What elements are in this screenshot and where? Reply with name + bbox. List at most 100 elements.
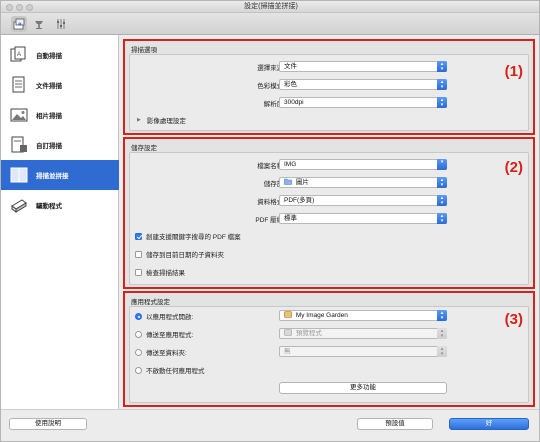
source-value: 文件 xyxy=(284,63,297,70)
ok-button[interactable]: 好 xyxy=(449,418,529,430)
send-to-folder-value: 無 xyxy=(284,348,291,355)
filename-combo[interactable]: IMG ▾ xyxy=(279,159,447,170)
help-button[interactable]: 使用說明 xyxy=(9,418,87,430)
select-arrows-icon: ▴ ▾ xyxy=(437,79,447,90)
defaults-button-label: 預設值 xyxy=(385,420,405,427)
sidebar-item-auto-scan[interactable]: A 自動掃描 xyxy=(1,40,119,70)
resolution-label: 解析度: xyxy=(263,101,285,108)
general-settings-tab[interactable] xyxy=(53,16,69,32)
scan-from-panel-icon xyxy=(35,21,43,29)
check-results-checkbox-row[interactable]: 檢查掃描結果 xyxy=(135,267,185,277)
filename-value: IMG xyxy=(284,161,297,168)
app-settings-section: 應用程式設定 (3) 以應用程式開啟: My Image Garden ▴ ▾ 傳… xyxy=(123,291,535,407)
more-functions-button[interactable]: 更多功能 xyxy=(279,382,447,394)
open-with-app-label: 以應用程式開啟: xyxy=(146,314,194,321)
save-in-label: 儲存於: xyxy=(263,181,285,188)
no-app-radio[interactable] xyxy=(135,366,142,374)
sidebar-item-document-scan[interactable]: 文件掃描 xyxy=(1,70,119,100)
date-subfolder-checkbox-row[interactable]: 儲存到目前日期的子資料夾 xyxy=(135,249,224,259)
format-select[interactable]: PDF(多頁) ▴ ▾ xyxy=(279,195,447,206)
auto-scan-icon: A xyxy=(10,46,26,62)
sidebar-item-custom-scan[interactable]: 自訂掃描 xyxy=(1,130,119,160)
open-with-app-radio-row[interactable]: 以應用程式開啟: xyxy=(135,311,193,321)
date-subfolder-checkbox[interactable] xyxy=(135,250,142,258)
minimize-window-button[interactable] xyxy=(16,4,23,11)
open-with-app-select[interactable]: My Image Garden ▴ ▾ xyxy=(279,310,447,321)
zoom-window-button[interactable] xyxy=(26,4,33,11)
save-settings-section: 儲存設定 (2) 檔案名稱: IMG ▾ 儲存於: 圖片 ▴ ▾ 資料格式: PD… xyxy=(123,137,535,289)
document-scan-icon xyxy=(12,76,25,93)
pdf-compression-select[interactable]: 標準 ▴ ▾ xyxy=(279,213,447,224)
sidebar-item-stitch-scan[interactable]: 掃描並拼接 xyxy=(1,160,119,190)
send-to-app-radio[interactable] xyxy=(135,330,142,338)
defaults-button[interactable]: 預設值 xyxy=(357,418,433,430)
filename-label: 檔案名稱: xyxy=(257,163,285,170)
stitch-scan-icon xyxy=(10,167,28,183)
app-icon xyxy=(284,311,292,318)
image-processing-disclosure[interactable]: ▶ 影像處理設定 xyxy=(137,115,186,125)
sidebar-item-photo-scan[interactable]: 相片掃描 xyxy=(1,100,119,130)
send-to-app-radio-row[interactable]: 傳送至應用程式: xyxy=(135,329,193,339)
select-arrows-icon: ▴ ▾ xyxy=(437,195,447,206)
sidebar-item-label: 相片掃描 xyxy=(36,113,62,120)
more-functions-label: 更多功能 xyxy=(350,384,376,391)
custom-scan-icon xyxy=(11,136,27,153)
send-to-app-value: 預覽程式 xyxy=(295,330,322,337)
send-to-folder-radio[interactable] xyxy=(135,348,142,356)
sidebar-item-label: 自動掃描 xyxy=(36,53,62,60)
help-button-label: 使用說明 xyxy=(35,420,61,427)
ok-button-label: 好 xyxy=(485,420,493,427)
callout-number: (1) xyxy=(504,63,523,80)
keyword-pdf-checkbox-row[interactable]: 創建支援關鍵字搜尋的 PDF 檔案 xyxy=(135,231,241,241)
section-title: 掃描選項 xyxy=(131,47,157,54)
sidebar-item-driver[interactable]: 驅動程式 xyxy=(1,190,119,220)
pdf-compression-label: PDF 壓縮: xyxy=(255,217,285,224)
no-app-radio-row[interactable]: 不啟動任何應用程式 xyxy=(135,365,205,375)
select-arrows-icon: ▴ ▾ xyxy=(437,213,447,224)
keyword-pdf-label: 創建支援關鍵字搜尋的 PDF 檔案 xyxy=(146,234,241,241)
check-results-label: 檢查掃描結果 xyxy=(146,270,185,277)
section-title: 應用程式設定 xyxy=(131,299,170,306)
resolution-select[interactable]: 300dpi ▴ ▾ xyxy=(279,97,447,108)
color-mode-label: 色彩模式: xyxy=(257,83,285,90)
check-results-checkbox[interactable] xyxy=(135,268,142,276)
chevron-down-icon: ▾ xyxy=(437,159,447,170)
sidebar-item-label: 驅動程式 xyxy=(36,203,62,210)
color-mode-value: 彩色 xyxy=(284,81,297,88)
select-arrows-icon: ▴ ▾ xyxy=(437,61,447,72)
open-with-app-value: My Image Garden xyxy=(295,312,348,319)
send-to-folder-select[interactable]: 無 ▴ ▾ xyxy=(279,346,447,357)
footer: 使用說明 預設值 好 xyxy=(1,409,539,441)
save-in-select[interactable]: 圖片 ▴ ▾ xyxy=(279,177,447,188)
select-arrows-icon: ▴ ▾ xyxy=(437,310,447,321)
general-settings-icon xyxy=(57,19,65,29)
sidebar: A 自動掃描 文件掃描 相片掃描 自訂掃描 掃描並拼接 驅動程式 xyxy=(1,35,119,409)
open-with-app-radio[interactable] xyxy=(135,312,142,320)
image-processing-label: 影像處理設定 xyxy=(146,118,186,125)
disclosure-triangle-icon: ▶ xyxy=(137,117,141,123)
keyword-pdf-checkbox[interactable] xyxy=(135,232,142,240)
scan-from-computer-icon xyxy=(13,18,25,30)
sidebar-item-label: 文件掃描 xyxy=(36,83,62,90)
photo-scan-icon xyxy=(10,108,28,122)
close-window-button[interactable] xyxy=(6,4,13,11)
sidebar-item-label: 自訂掃描 xyxy=(36,143,62,150)
scan-from-panel-tab[interactable] xyxy=(31,16,47,32)
select-arrows-icon: ▴ ▾ xyxy=(437,328,447,339)
folder-icon xyxy=(284,178,292,185)
source-label: 選擇來源: xyxy=(257,65,285,72)
window-title: 設定(掃描並拼接) xyxy=(244,3,298,10)
format-value: PDF(多頁) xyxy=(284,197,315,204)
main-panel: 掃描選項 (1) 選擇來源: 文件 ▴ ▾ 色彩模式: 彩色 ▴ ▾ 解析度: 30… xyxy=(119,35,539,409)
send-to-folder-radio-row[interactable]: 傳送至資料夾: xyxy=(135,347,187,357)
color-mode-select[interactable]: 彩色 ▴ ▾ xyxy=(279,79,447,90)
send-to-app-label: 傳送至應用程式: xyxy=(146,332,194,339)
format-label: 資料格式: xyxy=(257,199,285,206)
source-select[interactable]: 文件 ▴ ▾ xyxy=(279,61,447,72)
svg-text:A: A xyxy=(17,52,21,58)
driver-icon xyxy=(11,199,27,213)
save-in-value: 圖片 xyxy=(295,179,309,186)
callout-number: (3) xyxy=(504,311,523,328)
scan-from-computer-tab[interactable] xyxy=(11,16,27,32)
send-to-app-select[interactable]: 預覽程式 ▴ ▾ xyxy=(279,328,447,339)
